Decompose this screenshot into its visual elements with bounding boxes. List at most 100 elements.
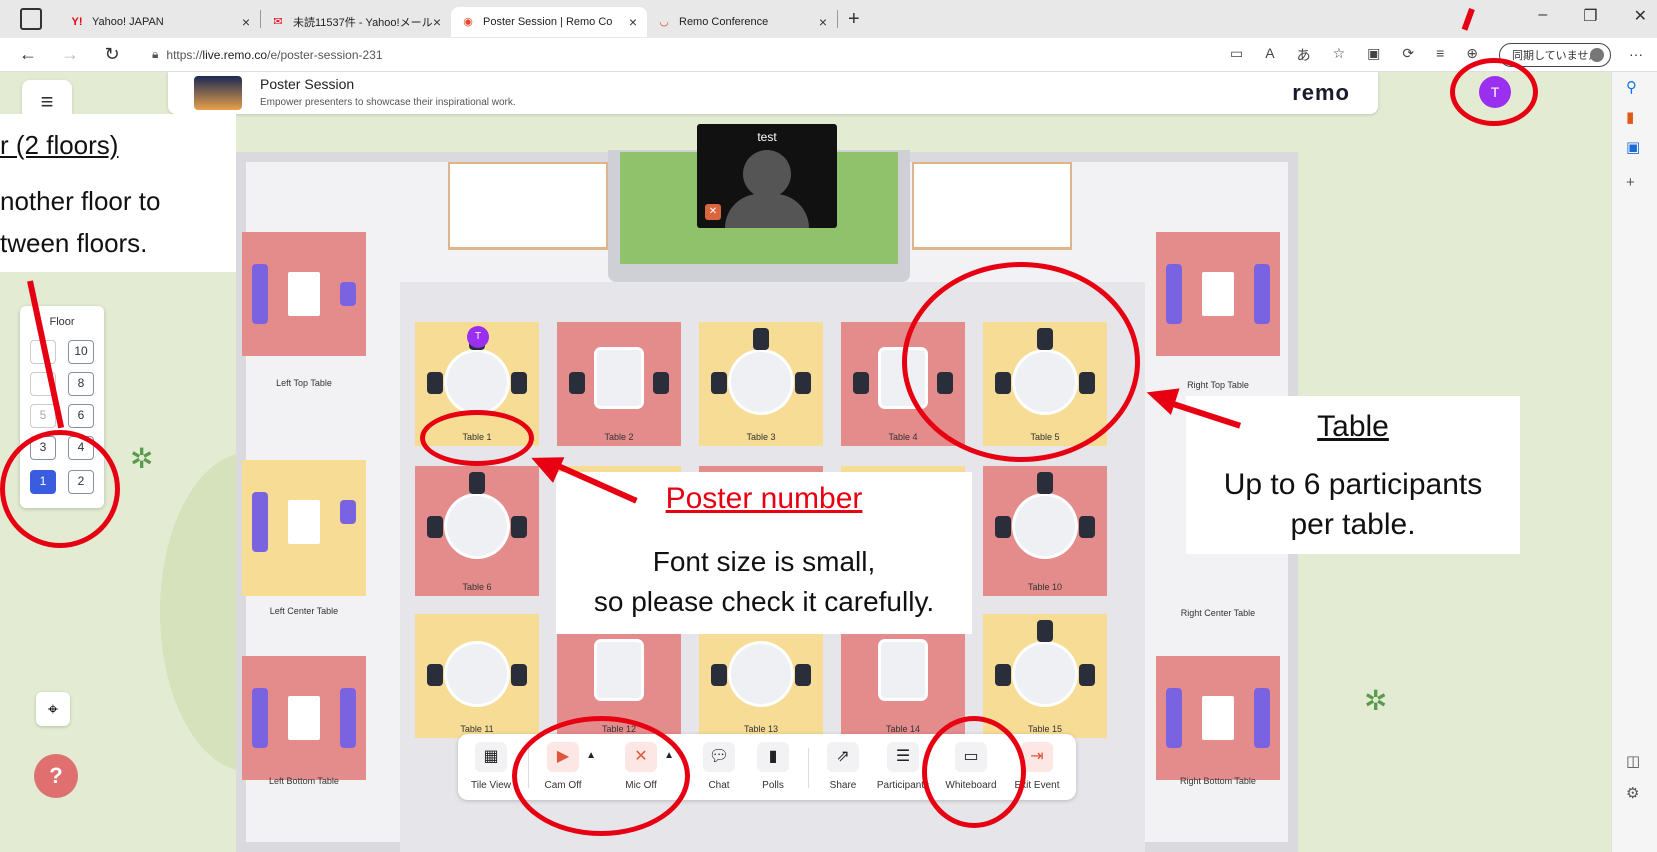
sidebar-toggle-icon[interactable]: ◫ <box>1626 752 1640 770</box>
table-10[interactable]: Table 10 <box>983 466 1107 596</box>
read-aloud-icon[interactable]: A <box>1265 45 1274 65</box>
person-silhouette-icon <box>743 150 791 198</box>
minimize-icon[interactable]: – <box>1538 6 1547 26</box>
participants-icon: ☰ <box>887 742 919 772</box>
tab-close-icon[interactable]: × <box>242 14 250 30</box>
remo-logo: remo <box>1292 80 1350 105</box>
outlook-icon[interactable]: ▣ <box>1626 138 1640 156</box>
left-top-table-label: Left Top Table <box>276 378 332 388</box>
tool-label: Polls <box>762 780 784 791</box>
locate-me-icon[interactable]: ⌖ <box>36 692 70 726</box>
tool-label: Share <box>829 780 857 791</box>
help-icon[interactable]: ? <box>34 754 78 798</box>
url-field[interactable]: 🔒︎ https://live.remo.co/e/poster-session… <box>152 47 383 62</box>
poster-annotation-line2: so please check it carefully. <box>593 586 935 617</box>
table-top <box>1202 696 1234 740</box>
sofa <box>252 492 268 552</box>
stage-video-tile[interactable]: test ✕ <box>697 124 837 228</box>
plant-icon: ✲ <box>1364 685 1388 716</box>
chat-button[interactable]: 💬︎ Chat <box>690 742 748 791</box>
floor-button-5[interactable]: 5 <box>30 404 56 428</box>
screen-cast-icon[interactable]: ▭ <box>1230 45 1243 65</box>
event-thumbnail <box>194 76 242 110</box>
remo-favicon-icon: ◡ <box>659 16 669 28</box>
right-center-table-label: Right Center Table <box>1180 608 1256 618</box>
translate-icon[interactable]: あ <box>1297 45 1311 65</box>
chat-icon: 💬︎ <box>703 742 735 772</box>
floor-button-8[interactable]: 8 <box>68 372 94 396</box>
back-icon[interactable]: ← <box>14 44 42 65</box>
sofa <box>1254 688 1270 748</box>
tab-remo-conference[interactable]: ◡ Remo Conference × <box>647 7 837 37</box>
table-top <box>597 350 641 406</box>
tab-close-icon[interactable]: × <box>433 14 441 30</box>
tool-label: Chat <box>708 780 730 791</box>
poster-annotation-title: Poster number <box>665 482 863 515</box>
add-icon[interactable]: + <box>1626 174 1635 191</box>
extension-s-icon[interactable]: ▣ <box>1367 45 1380 65</box>
more-icon[interactable]: ··· <box>1629 46 1643 62</box>
address-tools: ▭ A あ ☆ ▣ ⟳ ≡ ⊕ ↓ <box>1230 45 1507 65</box>
reload-icon[interactable]: ↻ <box>98 44 126 65</box>
chair <box>1079 664 1095 686</box>
chair <box>511 516 527 538</box>
url-path: /e/poster-session-231 <box>267 47 383 62</box>
tab-title: Remo Conference <box>679 16 769 28</box>
close-window-icon[interactable]: ✕ <box>1634 6 1647 26</box>
table-top <box>447 644 507 704</box>
restore-icon[interactable]: ❐ <box>1583 6 1597 26</box>
polls-icon: ▮ <box>757 742 789 772</box>
event-header: Poster Session Empower presenters to sho… <box>168 72 1378 114</box>
url-host: live.remo.co <box>202 47 268 62</box>
left-top-table[interactable] <box>242 232 366 356</box>
participant-avatar[interactable]: T <box>467 326 489 348</box>
left-center-table[interactable] <box>242 460 366 596</box>
sofa <box>340 688 356 748</box>
favorite-star-icon[interactable]: ☆ <box>1333 45 1346 65</box>
table-15[interactable]: Table 15 <box>983 614 1107 738</box>
forward-icon[interactable]: → <box>56 44 84 65</box>
right-bottom-table[interactable] <box>1156 656 1280 780</box>
chair <box>427 664 443 686</box>
polls-button[interactable]: ▮ Polls <box>744 742 802 791</box>
new-tab-icon[interactable]: + <box>848 8 860 31</box>
table-top <box>731 352 791 412</box>
toolbar-divider <box>808 748 809 788</box>
chair <box>469 472 485 494</box>
extensions-icon[interactable]: ⟳ <box>1402 45 1414 65</box>
left-bottom-table-label: Left Bottom Table <box>269 776 339 786</box>
grid-icon: ▦ <box>475 742 507 772</box>
office-icon[interactable]: ▮ <box>1626 108 1634 126</box>
tab-close-icon[interactable]: × <box>629 14 637 30</box>
floor-selector-title: Floor <box>49 316 75 328</box>
tab-yahoo-mail[interactable]: ✉ 未読11537件 - Yahoo!メール × <box>261 7 451 37</box>
whiteboard-ring <box>922 716 1026 828</box>
chair <box>853 372 869 394</box>
table-top <box>1015 496 1075 556</box>
table-top <box>881 642 925 698</box>
favorites-icon[interactable]: ≡ <box>1436 45 1444 65</box>
chair <box>795 372 811 394</box>
search-icon[interactable]: ⚲ <box>1626 78 1637 96</box>
chair <box>995 664 1011 686</box>
tab-poster-session[interactable]: ◉ Poster Session | Remo Co × <box>451 7 647 37</box>
tab-yahoo-japan[interactable]: Y! Yahoo! JAPAN × <box>60 7 260 37</box>
event-title: Poster Session <box>260 76 355 92</box>
floor-button-10[interactable]: 10 <box>68 340 94 364</box>
left-bottom-table[interactable] <box>242 656 366 780</box>
table-6[interactable]: Table 6 <box>415 466 539 596</box>
table-top <box>447 496 507 556</box>
chair <box>653 372 669 394</box>
table-3[interactable]: Table 3 <box>699 322 823 446</box>
tab-close-icon[interactable]: × <box>819 14 827 30</box>
share-button[interactable]: ⇗ Share <box>814 742 872 791</box>
table-label: Table 10 <box>1027 582 1063 592</box>
window-menu-icon[interactable] <box>20 8 42 30</box>
sofa <box>340 500 356 524</box>
floor-button-6[interactable]: 6 <box>68 404 94 428</box>
settings-gear-icon[interactable]: ⚙ <box>1626 784 1639 802</box>
tile-view-button[interactable]: ▦ Tile View <box>462 742 520 791</box>
table-11[interactable]: Table 11 <box>415 614 539 738</box>
right-top-table[interactable] <box>1156 232 1280 356</box>
table-2[interactable]: Table 2 <box>557 322 681 446</box>
